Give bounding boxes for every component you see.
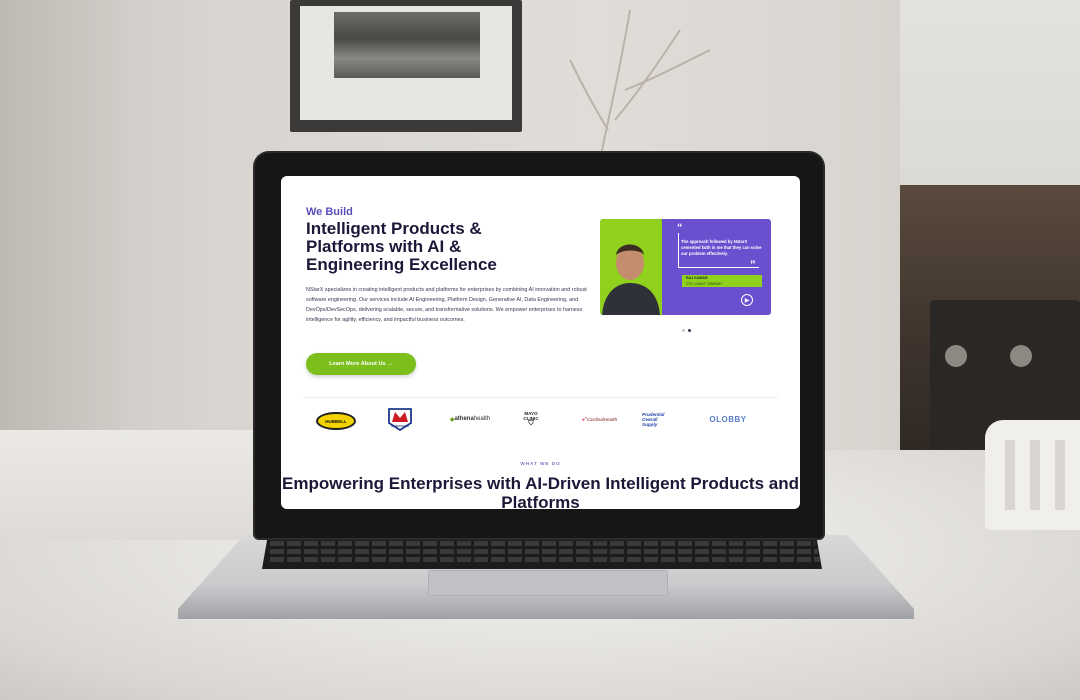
quote-open-icon: “ [677, 222, 683, 234]
cardinal-logo-text: CardinalHealth [586, 416, 618, 422]
testimonial-role: CTO, CLIENT COMPANY [682, 281, 762, 287]
svg-text:MARATHON: MARATHON [391, 424, 408, 428]
laptop-trackpad [428, 570, 668, 596]
appliance-knob [945, 345, 967, 367]
chair-slat [1005, 440, 1015, 510]
chair-slat [1055, 440, 1065, 510]
prudential-overall-supply-logo: Prudential Overall Supply [642, 408, 684, 430]
section-eyebrow: WHAT WE DO [520, 461, 561, 466]
appliance-knob [1010, 345, 1032, 367]
testimonial-card[interactable]: “ The approach followed by NstarX cement… [600, 219, 771, 315]
mayo-shield-icon: ⛉ [528, 419, 534, 427]
keyboard-row [270, 549, 818, 554]
testimonial-person-photo [602, 244, 660, 315]
picture-artwork [334, 12, 480, 78]
quote-close-icon: ” [750, 259, 756, 271]
hero-eyebrow: We Build [306, 206, 353, 218]
testimonial-quote: The approach followed by NstarX cemented… [681, 239, 762, 256]
marathon-logo: MARATHON [388, 408, 412, 431]
section-title: Empowering Enterprises with AI-Driven In… [282, 474, 799, 509]
prudential-logo-line3: Supply [642, 421, 658, 427]
athenahealth-logo: ◆ athena health [449, 416, 491, 423]
dried-branches [569, 9, 711, 160]
carousel-dots [682, 329, 691, 332]
cardinal-health-logo: ➶ CardinalHealth [579, 408, 619, 430]
laptop-screen-website: We Build Intelligent Products & Platform… [281, 176, 800, 509]
carousel-dot-active[interactable] [688, 329, 691, 332]
wall-picture-frame [290, 0, 522, 132]
left-wall-shadow [0, 0, 120, 480]
learn-more-button[interactable]: Learn More About Us → [306, 353, 416, 375]
section-divider [303, 397, 778, 398]
carousel-dot[interactable] [682, 329, 685, 332]
olobby-logo: OLOBBY [709, 414, 747, 424]
hubbell-logo: HUBBELL [316, 412, 356, 430]
hero-description: NStarX specializes in creating intellige… [306, 287, 587, 323]
keyboard-row [270, 557, 820, 562]
hero-title: Intelligent Products & Platforms with AI… [306, 219, 497, 274]
keyboard-row [270, 541, 815, 546]
right-wall [900, 0, 1080, 185]
play-circle-icon[interactable]: ▶ [741, 294, 753, 306]
health-logo-text: health [473, 416, 491, 422]
chair-slat [1030, 440, 1040, 510]
mayo-clinic-logo: MAYO CLINIC ⛉ [520, 405, 542, 431]
picture-mat [300, 6, 512, 120]
athena-logo-text: athena [454, 416, 474, 422]
